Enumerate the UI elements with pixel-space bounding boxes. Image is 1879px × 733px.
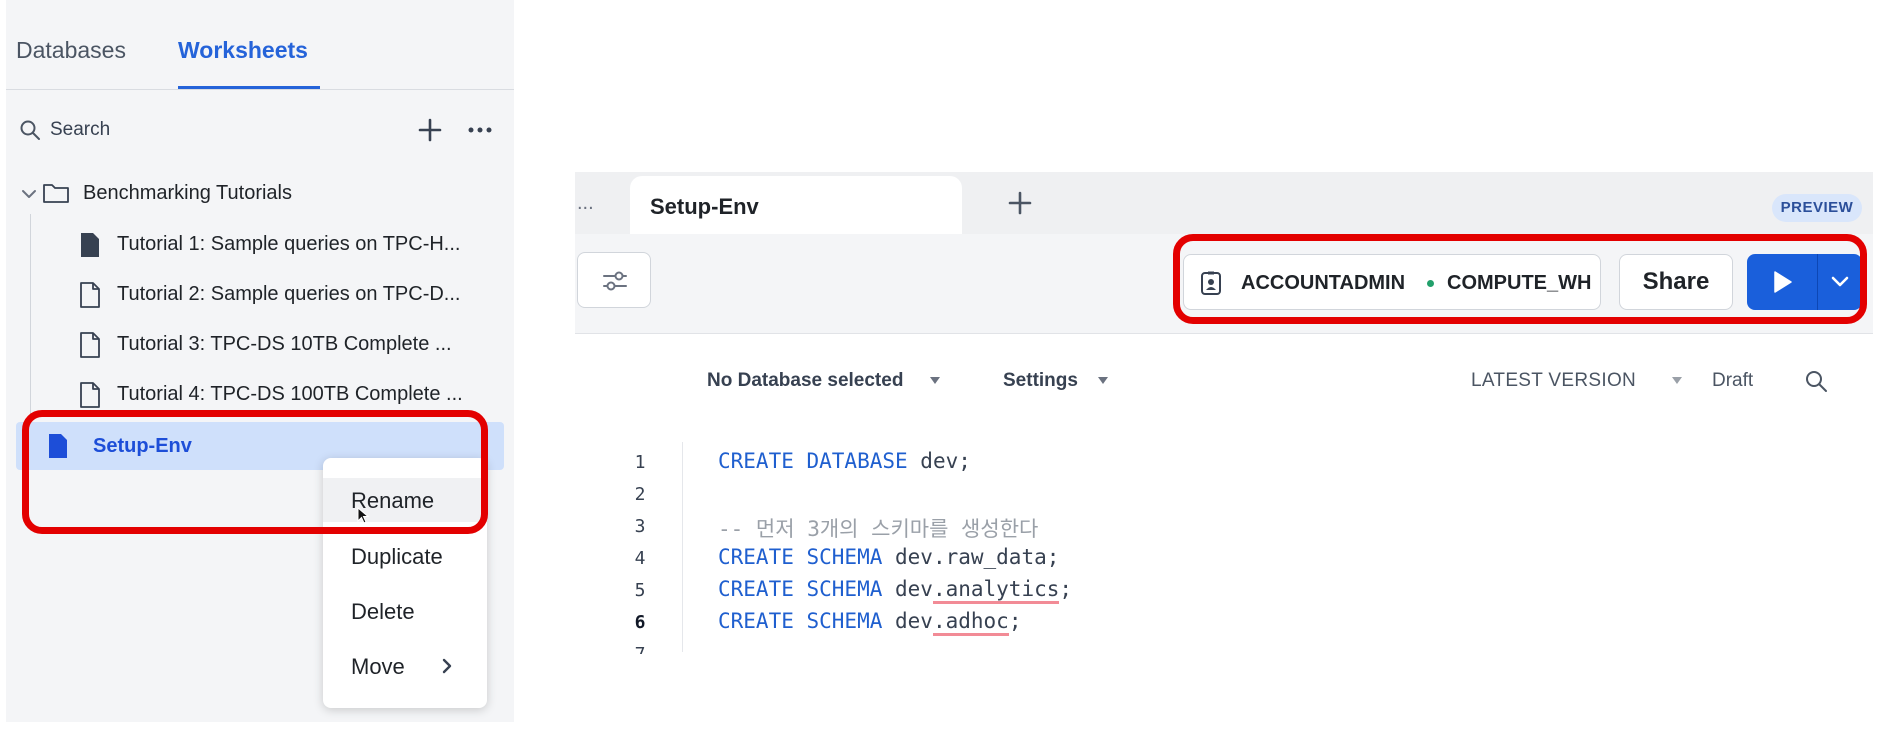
sql-keyword: CREATE SCHEMA (718, 577, 883, 601)
code-line[interactable]: CREATE SCHEMA dev.analytics; (718, 577, 1073, 604)
gutter-divider (682, 442, 683, 652)
folder-icon (43, 184, 69, 203)
annotation-highlight-toolbar (1173, 234, 1867, 324)
worksheet-item[interactable]: Tutorial 1: Sample queries on TPC-H... (6, 222, 514, 266)
code-line[interactable]: CREATE SCHEMA dev.adhoc; (718, 609, 1022, 636)
line-number: 7 (615, 644, 665, 654)
tab-overflow[interactable]: ... (577, 192, 594, 215)
search-icon (20, 120, 40, 140)
menu-item-label: Delete (351, 599, 415, 624)
sql-error-squiggle: .adhoc (932, 609, 1009, 636)
search-icon[interactable] (1803, 368, 1829, 394)
active-tab-indicator (178, 86, 320, 89)
worksheet-label: Tutorial 4: TPC-DS 100TB Complete ... (117, 383, 463, 405)
caret-down-icon[interactable] (930, 377, 940, 385)
draft-status: Draft (1712, 370, 1754, 391)
search-input[interactable]: Search (50, 119, 110, 141)
menu-item-label: Move (351, 654, 405, 679)
new-tab-plus-icon[interactable] (1005, 188, 1035, 218)
database-selector[interactable]: No Database selected (707, 370, 903, 392)
worksheet-item[interactable]: Tutorial 3: TPC-DS 10TB Complete ... (6, 322, 514, 366)
line-number: 1 (634, 452, 646, 473)
chevron-right-icon (442, 658, 452, 674)
sql-text: dev (882, 609, 933, 633)
worksheet-item[interactable]: Tutorial 2: Sample queries on TPC-D... (6, 272, 514, 316)
sql-text: ; (1059, 577, 1073, 601)
editor-tab-bar: ... Setup-Env PREVIEW (575, 172, 1873, 234)
sql-text: ; (1008, 609, 1022, 633)
settings-selector[interactable]: Settings (1003, 370, 1078, 392)
worksheet-label: Tutorial 2: Sample queries on TPC-D... (117, 283, 461, 305)
sql-keyword: CREATE SCHEMA (718, 609, 883, 633)
worksheet-context-bar: No Database selected Settings LATEST VER… (575, 362, 1873, 402)
folder-label: Benchmarking Tutorials (83, 182, 292, 204)
tab-databases[interactable]: Databases (16, 36, 126, 64)
more-options-icon[interactable] (464, 114, 496, 146)
menu-item-duplicate[interactable]: Duplicate (323, 534, 487, 578)
add-worksheet-plus-icon[interactable] (414, 114, 446, 146)
search-row[interactable]: Search (6, 112, 514, 148)
document-icon (80, 282, 100, 308)
worksheet-editor: ... Setup-Env PREVIEW ACCOUNTADMIN COMPU… (575, 172, 1873, 727)
line-number: 6 (634, 612, 646, 633)
caret-down-icon[interactable] (1672, 377, 1682, 385)
worksheet-label: Tutorial 1: Sample queries on TPC-H... (117, 233, 461, 255)
folder-benchmarking-tutorials[interactable]: Benchmarking Tutorials (6, 176, 514, 212)
tab-label: Setup-Env (650, 194, 759, 219)
version-selector[interactable]: LATEST VERSION (1471, 370, 1636, 392)
worksheet-label: Tutorial 3: TPC-DS 10TB Complete ... (117, 333, 452, 355)
sql-text: dev.raw_data; (882, 545, 1060, 569)
line-number: 5 (634, 580, 646, 601)
sql-keyword: CREATE SCHEMA (718, 545, 883, 569)
tab-worksheets[interactable]: Worksheets (178, 36, 308, 64)
sql-keyword: CREATE DATABASE (718, 449, 908, 473)
worksheets-sidebar: Databases Worksheets Search Benchmarking… (6, 0, 514, 722)
document-icon (80, 382, 100, 408)
menu-item-label: Duplicate (351, 544, 443, 569)
sidebar-tabs: Databases Worksheets (6, 0, 514, 90)
line-number: 3 (634, 516, 646, 537)
sliders-icon (603, 271, 627, 291)
sql-error-squiggle: .analytics (932, 577, 1060, 604)
menu-item-move[interactable]: Move (323, 644, 487, 688)
document-icon (80, 332, 100, 358)
tab-setup-env[interactable]: Setup-Env (630, 176, 962, 234)
line-number: 2 (634, 484, 646, 505)
document-filled-icon (81, 233, 99, 257)
chevron-down-icon[interactable] (20, 185, 38, 203)
code-line[interactable]: CREATE SCHEMA dev.raw_data; (718, 545, 1059, 569)
menu-item-delete[interactable]: Delete (323, 589, 487, 633)
code-line[interactable]: -- 먼저 3개의 스키마를 생성한다 (718, 513, 1038, 543)
caret-down-icon[interactable] (1098, 377, 1108, 385)
line-number: 4 (634, 548, 646, 569)
annotation-highlight-rename (22, 410, 488, 534)
sql-comment: -- 먼저 3개의 스키마를 생성한다 (718, 517, 1039, 541)
filter-settings-button[interactable] (577, 252, 651, 308)
sql-text: dev (882, 577, 933, 601)
code-line[interactable]: CREATE DATABASE dev; (718, 449, 971, 473)
preview-badge: PREVIEW (1772, 194, 1862, 222)
sql-text: dev; (907, 449, 971, 473)
